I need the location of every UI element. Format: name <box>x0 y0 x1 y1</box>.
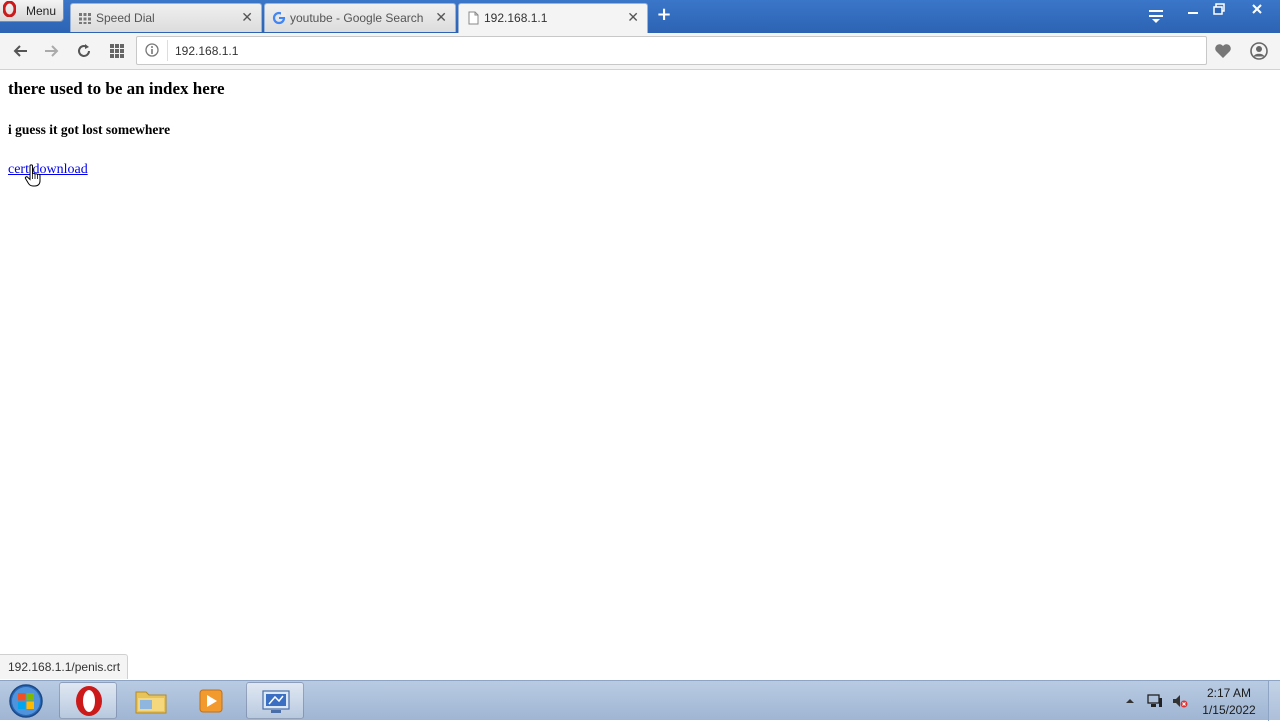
back-icon[interactable] <box>11 41 31 61</box>
close-tab-icon[interactable]: ✕ <box>435 9 447 26</box>
volume-muted-icon[interactable] <box>1172 693 1188 709</box>
account-icon[interactable] <box>1249 41 1269 61</box>
media-player-icon <box>199 689 223 713</box>
clock-time[interactable]: 2:17 AM <box>1196 686 1262 700</box>
address-divider <box>167 40 168 61</box>
action-center-flag-icon[interactable] <box>1147 693 1163 709</box>
hand-cursor-icon <box>24 164 41 187</box>
google-icon <box>272 11 286 25</box>
site-info-icon[interactable] <box>145 43 159 57</box>
opera-icon <box>76 686 102 716</box>
clock-date[interactable]: 1/15/2022 <box>1196 703 1262 717</box>
close-window-icon[interactable] <box>1245 2 1269 20</box>
opera-menu-button[interactable]: Menu <box>0 0 64 22</box>
page-content: there used to be an index here i guess i… <box>0 70 1280 680</box>
speed-dial-icon <box>79 13 91 24</box>
control-panel-icon <box>262 690 290 713</box>
page-heading: there used to be an index here <box>8 79 225 98</box>
tab-google-search[interactable]: youtube - Google Search ✕ <box>264 3 456 32</box>
show-desktop-button[interactable] <box>1268 681 1280 721</box>
opera-logo-icon <box>3 1 16 17</box>
taskbar-system-app[interactable] <box>246 682 304 719</box>
address-bar[interactable]: 192.168.1.1 <box>136 36 1207 65</box>
page-icon <box>468 11 479 25</box>
close-tab-icon[interactable]: ✕ <box>241 9 253 26</box>
tab-router-page[interactable]: 192.168.1.1 ✕ <box>458 3 648 33</box>
tab-strip: Menu Speed Dial ✕ youtube - Google Searc… <box>0 0 1280 33</box>
tab-label: 192.168.1.1 <box>484 11 548 25</box>
taskbar-media-player[interactable] <box>182 682 240 719</box>
minimize-icon[interactable] <box>1181 2 1205 20</box>
browser-toolbar: 192.168.1.1 <box>0 33 1280 70</box>
menu-label: Menu <box>26 4 57 18</box>
show-hidden-icons-icon[interactable] <box>1122 693 1138 709</box>
folder-icon <box>135 691 167 714</box>
speed-dial-grid-icon[interactable] <box>107 41 127 61</box>
tab-label: youtube - Google Search <box>290 11 424 25</box>
forward-icon[interactable] <box>41 41 61 61</box>
heart-icon[interactable] <box>1213 41 1233 61</box>
status-bar-url: 192.168.1.1/penis.crt <box>0 654 129 679</box>
windows-taskbar: 2:17 AM 1/15/2022 <box>0 680 1280 721</box>
tab-menu-icon[interactable] <box>1146 7 1166 25</box>
page-subheading: i guess it got lost somewhere <box>8 122 171 137</box>
taskbar-opera[interactable] <box>59 682 117 719</box>
reload-icon[interactable] <box>74 41 94 61</box>
restore-icon[interactable] <box>1207 2 1231 20</box>
close-tab-icon[interactable]: ✕ <box>627 9 639 26</box>
start-button-icon[interactable] <box>6 683 46 719</box>
cert-download-link[interactable]: cert download <box>8 162 88 178</box>
address-text[interactable]: 192.168.1.1 <box>175 44 238 58</box>
tab-label: Speed Dial <box>96 11 155 25</box>
taskbar-explorer[interactable] <box>122 682 180 719</box>
new-tab-button[interactable]: + <box>655 5 673 25</box>
tab-speed-dial[interactable]: Speed Dial ✕ <box>70 3 262 32</box>
